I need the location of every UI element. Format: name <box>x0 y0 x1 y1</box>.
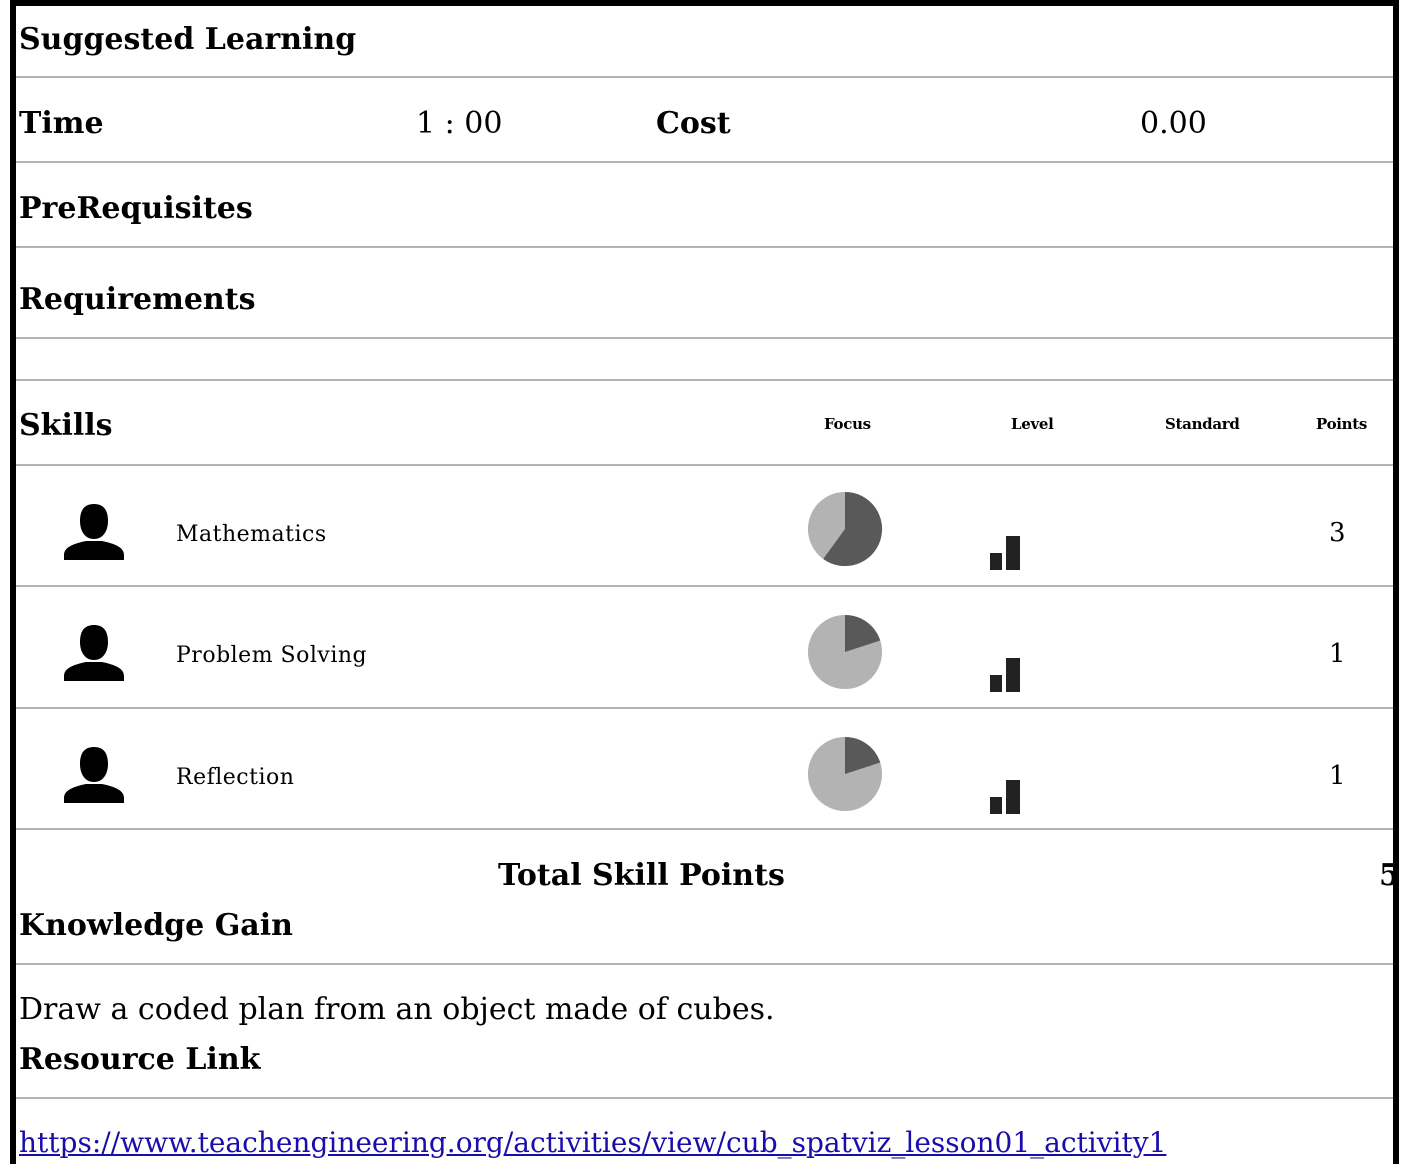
user-icon <box>64 747 124 803</box>
requirements-label: Requirements <box>19 282 256 317</box>
skill-row: Mathematics 3 <box>16 464 1393 585</box>
level-column-header: Level <box>1011 415 1054 433</box>
user-icon <box>64 625 124 681</box>
divider <box>16 963 1393 965</box>
skill-points: 1 <box>1329 639 1346 669</box>
divider <box>16 246 1393 248</box>
focus-column-header: Focus <box>824 415 871 433</box>
knowledge-gain-text: Draw a coded plan from an object made of… <box>19 992 775 1027</box>
skill-name: Mathematics <box>176 522 327 547</box>
resource-link-label: Resource Link <box>19 1042 261 1077</box>
cost-label: Cost <box>656 106 731 141</box>
skill-row: Reflection 1 <box>16 707 1393 828</box>
cost-value: 0.00 <box>1140 106 1207 141</box>
divider <box>16 337 1393 339</box>
skill-row: Problem Solving 1 <box>16 585 1393 707</box>
divider <box>16 379 1393 381</box>
divider <box>16 161 1393 163</box>
level-bars-icon <box>990 536 1020 570</box>
skill-points: 3 <box>1329 518 1346 548</box>
standard-column-header: Standard <box>1165 415 1240 433</box>
time-value: 1 : 00 <box>416 106 503 141</box>
knowledge-gain-label: Knowledge Gain <box>19 908 293 943</box>
level-bars-icon <box>990 780 1020 814</box>
focus-pie <box>807 491 883 567</box>
divider <box>16 828 1393 830</box>
user-icon <box>64 504 124 560</box>
skill-name: Reflection <box>176 765 295 790</box>
section-title: Suggested Learning <box>19 22 357 57</box>
skill-name: Problem Solving <box>176 643 368 668</box>
focus-pie <box>807 736 883 812</box>
level-bars-icon <box>990 658 1020 692</box>
skills-label: Skills <box>19 408 113 443</box>
prerequisites-label: PreRequisites <box>19 191 253 226</box>
skill-points: 1 <box>1329 761 1346 791</box>
time-label: Time <box>19 106 104 141</box>
total-skill-points-value: 5 <box>1379 858 1400 893</box>
resource-link[interactable]: https://www.teachengineering.org/activit… <box>19 1126 1166 1159</box>
divider <box>16 76 1393 78</box>
divider <box>16 1097 1393 1099</box>
suggested-learning-panel: Suggested Learning Time 1 : 00 Cost 0.00… <box>10 0 1400 1164</box>
total-skill-points-label: Total Skill Points <box>498 858 785 893</box>
points-column-header: Points <box>1316 415 1368 433</box>
focus-pie <box>807 614 883 690</box>
